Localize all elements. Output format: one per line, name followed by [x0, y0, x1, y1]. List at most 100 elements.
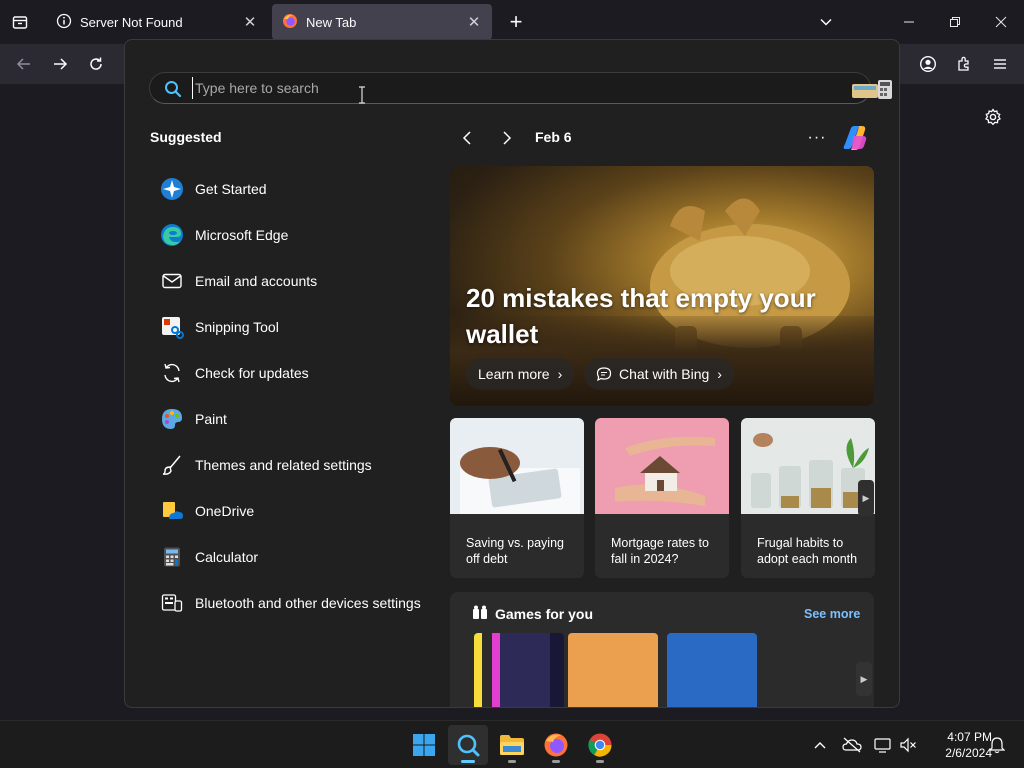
close-window-button[interactable]	[978, 0, 1024, 44]
suggested-item-label: Microsoft Edge	[195, 227, 289, 243]
system-clock[interactable]: 4:07 PM 2/6/2024	[922, 729, 992, 761]
restore-button[interactable]	[932, 0, 978, 44]
game-tile[interactable]	[568, 633, 658, 707]
chevron-right-icon: ›	[557, 366, 563, 382]
start-button[interactable]	[404, 725, 444, 765]
suggested-item-label: Paint	[195, 411, 227, 427]
suggested-item-onedrive[interactable]: OneDrive	[159, 488, 439, 534]
onedrive-offline-icon[interactable]	[840, 733, 864, 757]
tab-new-tab[interactable]: New Tab ✕	[272, 4, 492, 40]
suggested-item-check-for-updates[interactable]: Check for updates	[159, 350, 439, 396]
news-card[interactable]: Mortgage rates to fall in 2024?	[595, 418, 729, 578]
running-indicator	[552, 760, 560, 763]
suggested-item-label: Get Started	[195, 181, 267, 197]
running-indicator	[508, 760, 516, 763]
clock-date: 2/6/2024	[945, 746, 992, 760]
running-indicator	[596, 760, 604, 763]
suggested-item-calculator[interactable]: Calculator	[159, 534, 439, 580]
chat-bubble-icon	[596, 366, 612, 382]
firefox-icon	[282, 13, 298, 32]
folder-icon	[500, 735, 524, 755]
file-explorer-button[interactable]	[492, 725, 532, 765]
list-all-tabs-chevron-icon[interactable]	[812, 8, 840, 36]
chevron-right-icon[interactable]	[497, 128, 517, 148]
search-icon	[164, 80, 182, 98]
see-more-link[interactable]: See more	[804, 607, 860, 621]
search-highlight-image[interactable]	[850, 76, 894, 102]
search-input[interactable]	[192, 77, 792, 99]
copilot-icon[interactable]	[839, 122, 871, 154]
tab-server-not-found[interactable]: Server Not Found ✕	[46, 4, 268, 40]
search-icon	[457, 734, 480, 757]
feed-header: Feb 6 ···	[455, 126, 875, 150]
suggested-item-email-and-accounts[interactable]: Email and accounts	[159, 258, 439, 304]
suggested-item-label: Email and accounts	[195, 273, 318, 289]
suggested-item-themes[interactable]: Themes and related settings	[159, 442, 439, 488]
chat-with-bing-button[interactable]: Chat with Bing ›	[584, 358, 734, 390]
suggested-item-microsoft-edge[interactable]: Microsoft Edge	[159, 212, 439, 258]
account-icon[interactable]	[914, 50, 942, 78]
windows-search-flyout: Suggested Get Started Microsoft Edge Ema…	[124, 39, 900, 708]
house-in-hands-image	[595, 418, 729, 514]
news-card-title: Mortgage rates to fall in 2024?	[611, 536, 709, 566]
suggested-list: Get Started Microsoft Edge Email and acc…	[159, 166, 439, 626]
suggested-item-label: Bluetooth and other devices settings	[195, 595, 421, 611]
chrome-taskbar-button[interactable]	[580, 725, 620, 765]
search-box[interactable]	[149, 72, 892, 104]
extensions-icon[interactable]	[950, 50, 978, 78]
info-icon	[56, 13, 72, 32]
forward-arrow-icon[interactable]	[46, 50, 74, 78]
devices-icon	[159, 590, 185, 616]
suggested-item-snipping-tool[interactable]: Snipping Tool	[159, 304, 439, 350]
suggested-item-bluetooth-devices[interactable]: Bluetooth and other devices settings	[159, 580, 439, 626]
game-tile[interactable]	[474, 633, 564, 707]
volume-muted-icon[interactable]	[896, 733, 920, 757]
show-hidden-icons-chevron-icon[interactable]	[808, 733, 832, 757]
news-card[interactable]: Saving vs. paying off debt	[450, 418, 584, 578]
new-tab-button[interactable]: +	[502, 8, 530, 36]
calculator-icon	[159, 544, 185, 570]
tab-title: Server Not Found	[80, 14, 183, 30]
scroll-right-arrow-icon[interactable]: ▶	[858, 480, 874, 516]
games-icon	[472, 605, 488, 621]
suggested-heading: Suggested	[150, 129, 222, 145]
chat-with-bing-label: Chat with Bing	[619, 366, 710, 382]
close-tab-icon[interactable]: ✕	[242, 14, 258, 31]
more-options-icon[interactable]: ···	[807, 128, 827, 148]
suggested-item-paint[interactable]: Paint	[159, 396, 439, 442]
back-arrow-icon[interactable]	[10, 50, 38, 78]
suggested-item-get-started[interactable]: Get Started	[159, 166, 439, 212]
game-tile[interactable]	[667, 633, 757, 707]
browser-tab-bar: Server Not Found ✕ New Tab ✕ +	[0, 0, 1024, 44]
games-section: Games for you See more ▶	[450, 592, 874, 707]
reload-icon[interactable]	[82, 50, 110, 78]
games-heading: Games for you	[495, 606, 594, 622]
hamburger-menu-icon[interactable]	[986, 50, 1014, 78]
firefox-taskbar-button[interactable]	[536, 725, 576, 765]
get-started-icon	[159, 176, 185, 202]
news-card-title: Frugal habits to adopt each month	[757, 536, 858, 566]
hero-news-card[interactable]: 20 mistakes that empty your wallet Learn…	[450, 166, 874, 406]
scroll-right-arrow-icon[interactable]: ▶	[856, 662, 872, 696]
suggested-item-label: Calculator	[195, 549, 259, 565]
learn-more-button[interactable]: Learn more ›	[466, 358, 575, 390]
refresh-icon	[159, 360, 185, 386]
edge-icon	[159, 222, 185, 248]
network-icon[interactable]	[872, 733, 896, 757]
news-cards-row: Saving vs. paying off debt Mortgage rate…	[450, 418, 875, 578]
hero-title: 20 mistakes that empty your wallet	[466, 283, 816, 349]
chevron-left-icon[interactable]	[457, 128, 477, 148]
news-card[interactable]: Frugal habits to adopt each month	[741, 418, 875, 578]
taskbar-search-button[interactable]	[448, 725, 488, 765]
tab-title: New Tab	[306, 14, 357, 30]
notification-bell-icon[interactable]	[985, 733, 1009, 757]
gear-icon[interactable]	[980, 104, 1006, 130]
taskbar: 4:07 PM 2/6/2024	[0, 720, 1024, 768]
feed-date: Feb 6	[535, 129, 572, 145]
snipping-tool-icon	[159, 314, 185, 340]
brush-icon	[159, 452, 185, 478]
close-tab-icon[interactable]: ✕	[466, 14, 482, 31]
tab-list-icon[interactable]	[6, 8, 34, 36]
minimize-button[interactable]	[886, 0, 932, 44]
chevron-right-icon: ›	[717, 366, 722, 382]
